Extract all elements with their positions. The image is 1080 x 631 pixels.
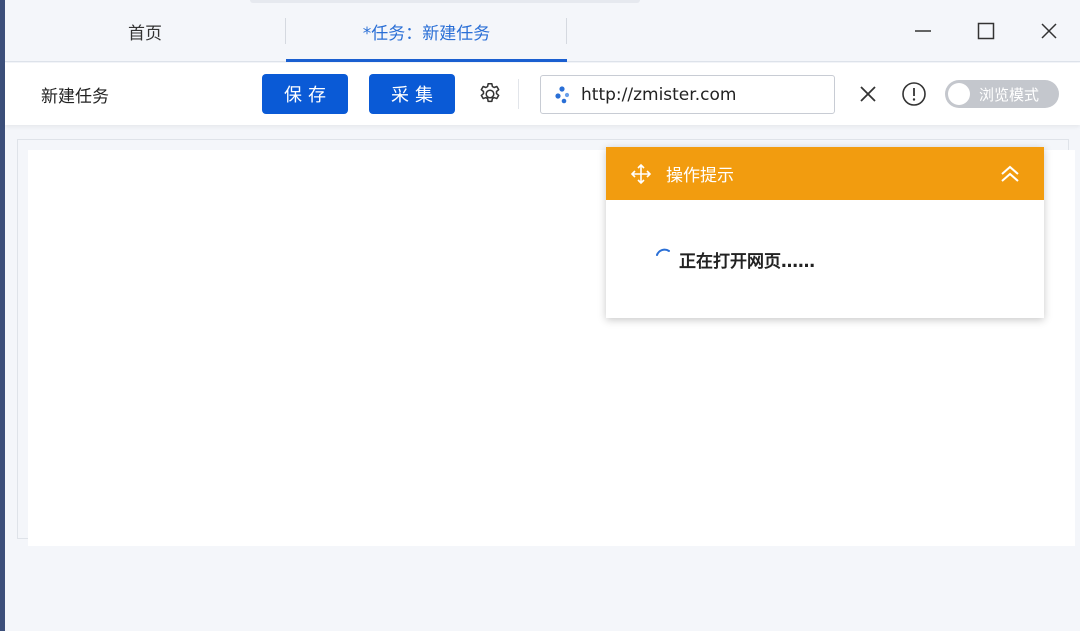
double-chevron-up-icon[interactable]	[998, 162, 1022, 186]
browse-mode-label: 浏览模式	[979, 85, 1040, 104]
tab-task[interactable]: *任务：新建任务	[286, 0, 567, 62]
info-button[interactable]	[899, 79, 929, 109]
close-icon	[1041, 23, 1057, 39]
toggle-knob	[948, 83, 970, 105]
loading-spinner-icon	[656, 248, 670, 256]
loading-message: 正在打开网页……	[679, 252, 815, 272]
active-tab-indicator	[286, 59, 567, 62]
url-input[interactable]: http://zmister.com	[540, 75, 835, 114]
hint-panel-title: 操作提示	[666, 166, 734, 186]
title-bar: 首页 *任务：新建任务	[5, 0, 1080, 62]
collect-button[interactable]: 采集	[369, 74, 455, 114]
tab-home[interactable]: 首页	[5, 0, 285, 62]
hint-panel-header[interactable]: 操作提示	[606, 147, 1044, 200]
tab-task-label: *任务：新建任务	[362, 23, 491, 44]
maximize-button[interactable]	[966, 12, 1006, 50]
browse-mode-toggle[interactable]: 浏览模式	[945, 80, 1059, 108]
minimize-button[interactable]	[903, 12, 943, 50]
settings-button[interactable]	[475, 79, 505, 109]
site-dots-icon	[555, 85, 570, 103]
minimize-icon	[915, 30, 931, 32]
save-button[interactable]: 保存	[262, 74, 348, 114]
toolbar-divider	[518, 79, 519, 109]
tab-divider	[566, 18, 567, 44]
url-value: http://zmister.com	[581, 84, 737, 105]
move-icon[interactable]	[630, 163, 652, 185]
maximize-icon	[977, 22, 995, 40]
close-window-button[interactable]	[1029, 12, 1069, 50]
clear-url-button[interactable]	[853, 79, 883, 109]
task-title: 新建任务	[41, 86, 109, 107]
tab-home-label: 首页	[128, 23, 162, 44]
operation-hint-panel: 操作提示 正在打开网页……	[606, 147, 1044, 318]
task-toolbar: 新建任务 保存 采集 http://zmister.com 浏览模式	[5, 63, 1080, 125]
gear-icon	[480, 82, 500, 103]
close-icon	[860, 86, 876, 102]
hint-panel-body: 正在打开网页……	[606, 200, 1044, 318]
info-icon	[902, 82, 926, 106]
